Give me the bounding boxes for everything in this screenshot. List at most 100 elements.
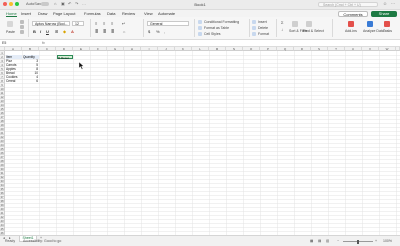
currency-icon[interactable]: $ [148, 29, 150, 34]
format-cells-icon[interactable] [252, 32, 256, 36]
column-header-q[interactable]: Q [277, 47, 294, 51]
format-cells-button[interactable]: Format [258, 32, 269, 36]
cell-styles-icon[interactable] [198, 32, 202, 36]
more-options-icon[interactable]: ⋯ [391, 1, 395, 6]
column-header-s[interactable]: S [311, 47, 328, 51]
tab-automate[interactable]: Automate [158, 11, 175, 16]
conditional-formatting-button[interactable]: Conditional Formatting [204, 20, 239, 24]
column-header-k[interactable]: K [175, 47, 192, 51]
ribbon-divider [332, 19, 333, 37]
table-cell-quantity[interactable]: 6 [23, 79, 38, 83]
ribbon-divider [249, 19, 250, 37]
column-header-n[interactable]: N [226, 47, 243, 51]
column-header-o[interactable]: O [243, 47, 260, 51]
percent-icon[interactable]: % [156, 29, 160, 34]
zoom-slider-thumb[interactable] [357, 239, 359, 244]
zoom-level[interactable]: 100% [383, 239, 392, 243]
formula-input[interactable] [52, 41, 392, 45]
paste-icon[interactable] [7, 21, 13, 27]
accessibility-status[interactable]: Accessibility: Good to go [23, 239, 61, 243]
font-color-icon[interactable]: A [71, 29, 74, 34]
column-header-r[interactable]: R [294, 47, 311, 51]
search-box[interactable]: Search (Cmd + Ctrl + U) [318, 1, 378, 7]
font-name-select[interactable]: Aptos Narrow (Bod... [32, 21, 70, 26]
analyze-data-icon[interactable] [367, 21, 373, 27]
reset-cell[interactable]: R Reset [57, 55, 73, 60]
column-header-l[interactable]: L [192, 47, 209, 51]
underline-button[interactable]: U [46, 29, 49, 34]
tab-view[interactable]: View [144, 11, 153, 16]
normal-view-icon[interactable]: ▦ [310, 239, 313, 243]
column-header-b[interactable]: B [22, 47, 39, 51]
fill-icon[interactable]: ↓ [281, 27, 283, 32]
align-right-icon[interactable]: ≣ [111, 29, 114, 34]
column-header-x[interactable] [396, 47, 400, 51]
zoom-out-icon[interactable]: − [337, 239, 339, 243]
column-header-p[interactable]: P [260, 47, 277, 51]
conditional-formatting-icon[interactable] [198, 20, 202, 24]
delete-cells-button[interactable]: Delete [258, 26, 268, 30]
tab-formulas[interactable]: Formulas [84, 11, 101, 16]
analyze-data-button[interactable]: Analyze Data [363, 29, 384, 33]
page-break-view-icon[interactable]: ▥ [326, 239, 329, 243]
column-header-m[interactable]: M [209, 47, 226, 51]
sort-filter-icon[interactable] [292, 21, 298, 27]
status-ready: Ready [5, 239, 16, 243]
column-header-v[interactable]: V [362, 47, 379, 51]
align-left-icon[interactable]: ≣ [95, 29, 98, 34]
autosum-icon[interactable]: Σ [281, 20, 283, 25]
insert-cells-icon[interactable] [252, 20, 256, 24]
cut-icon[interactable] [20, 20, 24, 24]
user-icon[interactable]: ☺ [383, 1, 387, 6]
tab-review[interactable]: Review [122, 11, 135, 16]
addins-button[interactable]: Add-ins [345, 29, 357, 33]
tab-draw[interactable]: Draw [38, 11, 47, 16]
wrap-text-icon[interactable]: ↵ [122, 21, 125, 26]
tasks-icon[interactable] [384, 21, 390, 27]
tab-insert[interactable]: Insert [21, 11, 31, 16]
find-select-icon[interactable] [306, 21, 312, 27]
cell-styles-button[interactable]: Cell Styles [204, 32, 221, 36]
column-header-j[interactable]: J [158, 47, 175, 51]
table-cell-item[interactable]: Cereal [6, 79, 22, 83]
tab-data[interactable]: Data [107, 11, 115, 16]
page-layout-view-icon[interactable]: ▤ [318, 239, 321, 243]
column-header-w[interactable]: W [379, 47, 396, 51]
column-header-c[interactable]: C [39, 47, 56, 51]
name-box[interactable]: E5 [2, 41, 20, 45]
align-bottom-icon[interactable]: ≡ [111, 21, 113, 26]
italic-button[interactable]: I [40, 29, 41, 34]
column-header-h[interactable]: H [124, 47, 141, 51]
column-header-d[interactable]: D [56, 47, 73, 51]
column-header-i[interactable]: I [141, 47, 158, 51]
font-size-select[interactable]: 12 [72, 21, 84, 26]
zoom-in-icon[interactable]: + [375, 239, 377, 243]
format-as-table-icon[interactable] [198, 26, 202, 30]
column-header-f[interactable]: F [90, 47, 107, 51]
column-header-u[interactable]: U [345, 47, 362, 51]
spreadsheet-grid: A B C D E F G H I J K L M N O P Q R S T … [0, 47, 400, 235]
addins-icon[interactable] [348, 21, 354, 27]
column-header-g[interactable]: G [107, 47, 124, 51]
find-select-button[interactable]: Find & Select [303, 29, 324, 33]
format-as-table-button[interactable]: Format as Table [204, 26, 229, 30]
ribbon-divider [28, 19, 29, 37]
number-format-select[interactable]: General [147, 21, 189, 26]
tasks-button[interactable]: Tasks [383, 29, 392, 33]
tab-page-layout[interactable]: Page Layout [53, 11, 75, 16]
align-middle-icon[interactable]: ≡ [103, 21, 105, 26]
comma-style-icon[interactable]: , [164, 29, 165, 34]
column-header-e[interactable]: E [73, 47, 90, 51]
insert-cells-button[interactable]: Insert [258, 20, 267, 24]
copy-icon[interactable] [20, 25, 24, 29]
borders-icon[interactable]: ⊞ [55, 29, 58, 34]
fill-color-icon[interactable]: ◆ [63, 29, 66, 34]
format-painter-icon[interactable] [20, 30, 24, 34]
column-header-a[interactable]: A [5, 47, 22, 51]
align-center-icon[interactable]: ≣ [103, 29, 106, 34]
column-header-t[interactable]: T [328, 47, 345, 51]
bold-button[interactable]: B [33, 29, 36, 34]
align-top-icon[interactable]: ≡ [95, 21, 97, 26]
delete-cells-icon[interactable] [252, 26, 256, 30]
merge-cells-icon[interactable]: ⇔ [122, 29, 126, 34]
